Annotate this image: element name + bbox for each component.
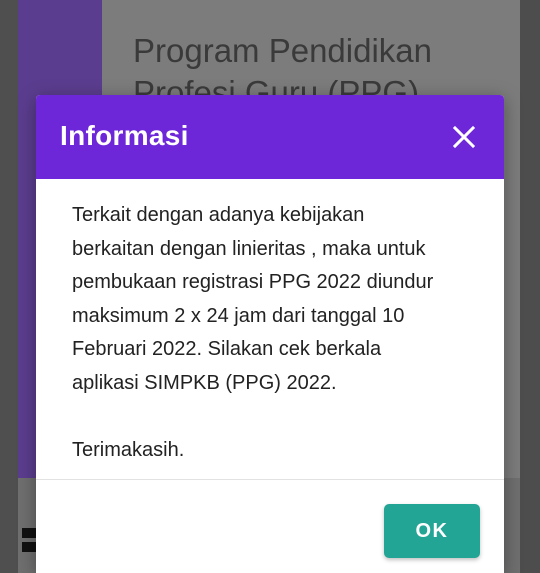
- close-button[interactable]: [446, 119, 482, 155]
- close-icon: [452, 125, 476, 149]
- message-line: aplikasi SIMPKB (PPG) 2022.: [72, 371, 337, 394]
- message-line: berkaitan dengan linieritas , maka untuk: [72, 237, 426, 260]
- background-right-strip: [520, 0, 540, 573]
- dialog-message: Terkait dengan adanya kebijakan berkaita…: [36, 179, 504, 467]
- dialog-header: Informasi: [36, 95, 504, 179]
- message-closing: Terimakasih.: [72, 438, 185, 461]
- message-line: Terkait dengan adanya kebijakan: [72, 204, 365, 226]
- background-left-strip: [0, 0, 18, 573]
- message-line: maksimum 2 x 24 jam dari tanggal 10: [72, 304, 405, 327]
- ok-button[interactable]: OK: [384, 504, 480, 558]
- dialog-title: Informasi: [60, 120, 189, 151]
- message-line: pembukaan registrasi PPG 2022 diundur: [72, 271, 434, 293]
- info-dialog: Informasi Terkait dengan adanya kebijaka…: [36, 95, 504, 573]
- dialog-divider: [36, 479, 504, 480]
- message-line: Februari 2022. Silakan cek berkala: [72, 338, 382, 360]
